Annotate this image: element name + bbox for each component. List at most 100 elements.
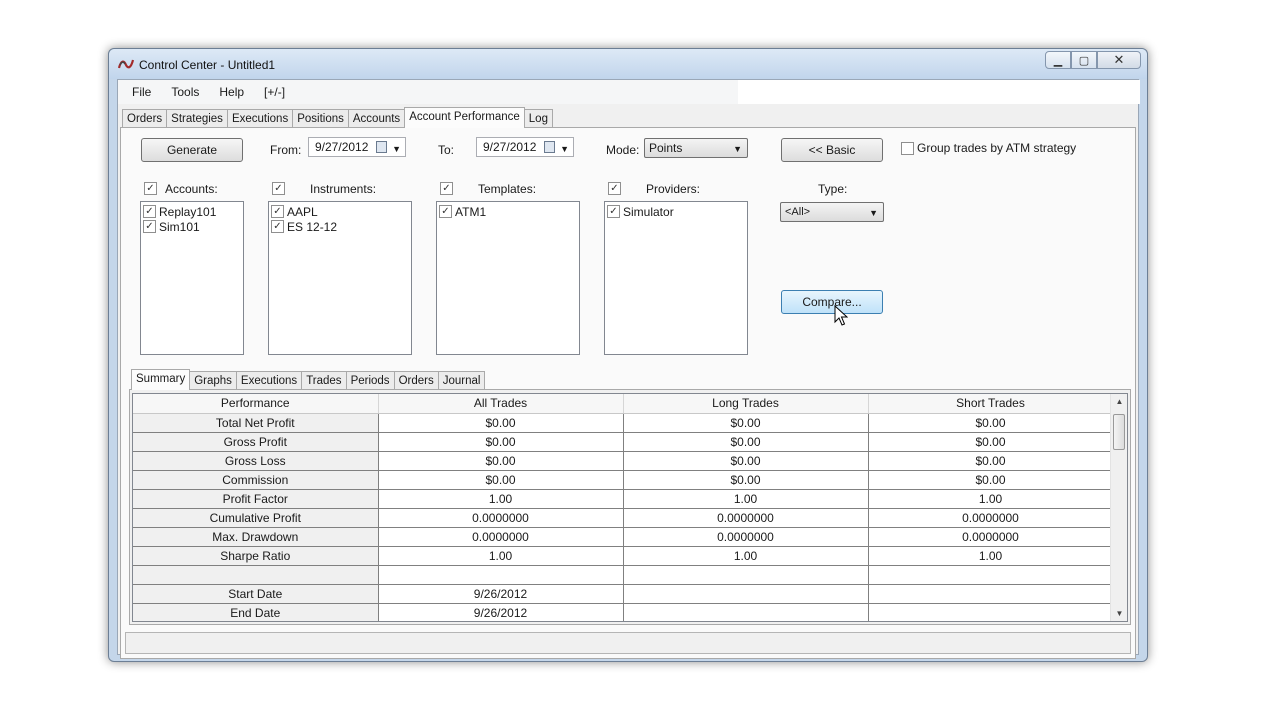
tab-graphs[interactable]: Graphs — [189, 371, 237, 390]
table-row[interactable]: Total Net Profit $0.00 $0.00 $0.00 — [133, 413, 1114, 433]
table-header-row: Performance All Trades Long Trades Short… — [133, 394, 1114, 414]
minimize-icon: ▁ — [1053, 54, 1063, 67]
list-item[interactable]: ✓ AAPL — [271, 204, 409, 219]
table-row[interactable]: End Date 9/26/2012 — [133, 603, 1114, 621]
tab-periods[interactable]: Periods — [345, 371, 395, 390]
row-label: Gross Profit — [133, 432, 379, 452]
tab-orders-sub[interactable]: Orders — [393, 371, 439, 390]
accounts-all-checkbox[interactable]: ✓ — [144, 182, 157, 195]
table-cell: $0.00 — [378, 413, 624, 433]
summary-grid[interactable]: Performance All Trades Long Trades Short… — [132, 393, 1128, 622]
list-item[interactable]: ✓ Simulator — [607, 204, 745, 219]
summary-table: Performance All Trades Long Trades Short… — [133, 394, 1114, 621]
table-cell: $0.00 — [378, 432, 624, 452]
maximize-button[interactable]: ▢ — [1071, 51, 1097, 69]
list-item-checkbox[interactable]: ✓ — [143, 205, 156, 218]
column-header[interactable]: Short Trades — [868, 394, 1114, 414]
minimize-button[interactable]: ▁ — [1045, 51, 1071, 69]
table-cell: $0.00 — [623, 432, 869, 452]
table-row[interactable]: Gross Profit $0.00 $0.00 $0.00 — [133, 432, 1114, 452]
list-item-checkbox[interactable]: ✓ — [143, 220, 156, 233]
table-row[interactable]: Commission $0.00 $0.00 $0.00 — [133, 470, 1114, 490]
from-date-picker[interactable]: 9/27/2012 ▼ — [308, 137, 406, 157]
tab-journal[interactable]: Journal — [437, 371, 486, 390]
menu-bar: File Tools Help [+/-] — [118, 80, 1140, 104]
row-label: Max. Drawdown — [133, 527, 379, 547]
templates-all-checkbox[interactable]: ✓ — [440, 182, 453, 195]
table-cell: 9/26/2012 — [378, 584, 624, 604]
grid-vertical-scrollbar[interactable]: ▲ ▼ — [1110, 394, 1127, 621]
table-cell: 0.0000000 — [868, 527, 1114, 547]
summary-panel: Performance All Trades Long Trades Short… — [129, 389, 1131, 625]
title-bar[interactable]: Control Center - Untitled1 ▁ ▢ ✕ — [109, 49, 1147, 79]
list-item-checkbox[interactable]: ✓ — [271, 205, 284, 218]
table-row[interactable]: Max. Drawdown 0.0000000 0.0000000 0.0000… — [133, 527, 1114, 547]
table-cell: 1.00 — [868, 546, 1114, 566]
ninjatrader-logo-icon — [118, 59, 134, 69]
type-label: Type: — [818, 182, 848, 196]
column-header[interactable]: Performance — [133, 394, 379, 414]
row-label: Start Date — [133, 584, 379, 604]
row-label: Total Net Profit — [133, 413, 379, 433]
menu-help[interactable]: Help — [209, 80, 254, 104]
scroll-down-icon[interactable]: ▼ — [1111, 609, 1127, 618]
list-item[interactable]: ✓ Replay101 — [143, 204, 241, 219]
tab-log[interactable]: Log — [523, 109, 553, 128]
list-item-checkbox[interactable]: ✓ — [271, 220, 284, 233]
mode-select[interactable]: Points ▼ — [644, 138, 748, 158]
table-cell — [868, 565, 1114, 585]
tab-accounts[interactable]: Accounts — [347, 109, 406, 128]
list-item-checkbox[interactable]: ✓ — [439, 205, 452, 218]
accounts-label: Accounts: — [165, 182, 218, 196]
table-row[interactable] — [133, 565, 1114, 585]
list-item[interactable]: ✓ Sim101 — [143, 219, 241, 234]
column-header[interactable]: All Trades — [378, 394, 624, 414]
row-label: Cumulative Profit — [133, 508, 379, 528]
menu-tools[interactable]: Tools — [161, 80, 209, 104]
templates-list[interactable]: ✓ ATM1 — [436, 201, 580, 355]
table-cell: 0.0000000 — [378, 508, 624, 528]
to-date-picker[interactable]: 9/27/2012 ▼ — [476, 137, 574, 157]
accounts-list[interactable]: ✓ Replay101 ✓ Sim101 — [140, 201, 244, 355]
scroll-up-icon[interactable]: ▲ — [1111, 397, 1127, 406]
list-item-checkbox[interactable]: ✓ — [607, 205, 620, 218]
calendar-icon — [544, 141, 555, 153]
generate-button[interactable]: Generate — [141, 138, 243, 162]
tab-account-performance[interactable]: Account Performance — [404, 107, 525, 128]
basic-button[interactable]: << Basic — [781, 138, 883, 162]
menu-expand-toggle[interactable]: [+/-] — [254, 80, 295, 104]
table-row[interactable]: Gross Loss $0.00 $0.00 $0.00 — [133, 451, 1114, 471]
group-trades-checkbox[interactable] — [901, 142, 914, 155]
list-item[interactable]: ✓ ATM1 — [439, 204, 577, 219]
table-cell: 1.00 — [623, 489, 869, 509]
scroll-thumb[interactable] — [1113, 414, 1125, 450]
tab-trades[interactable]: Trades — [301, 371, 347, 390]
tab-positions[interactable]: Positions — [292, 109, 349, 128]
table-cell: $0.00 — [378, 470, 624, 490]
row-label: End Date — [133, 603, 379, 621]
row-label: Sharpe Ratio — [133, 546, 379, 566]
type-select[interactable]: <All> ▼ — [780, 202, 884, 222]
column-header[interactable]: Long Trades — [623, 394, 869, 414]
table-row[interactable]: Start Date 9/26/2012 — [133, 584, 1114, 604]
providers-all-checkbox[interactable]: ✓ — [608, 182, 621, 195]
tab-orders[interactable]: Orders — [122, 109, 168, 128]
instruments-all-checkbox[interactable]: ✓ — [272, 182, 285, 195]
table-row[interactable]: Cumulative Profit 0.0000000 0.0000000 0.… — [133, 508, 1114, 528]
list-item[interactable]: ✓ ES 12-12 — [271, 219, 409, 234]
compare-button[interactable]: Compare... — [781, 290, 883, 314]
table-row[interactable]: Profit Factor 1.00 1.00 1.00 — [133, 489, 1114, 509]
tab-executions-sub[interactable]: Executions — [235, 371, 303, 390]
chevron-down-icon: ▼ — [560, 144, 569, 154]
table-cell: $0.00 — [868, 413, 1114, 433]
tab-executions[interactable]: Executions — [226, 109, 294, 128]
close-button[interactable]: ✕ — [1097, 51, 1141, 69]
table-row[interactable]: Sharpe Ratio 1.00 1.00 1.00 — [133, 546, 1114, 566]
tab-strategies[interactable]: Strategies — [166, 109, 228, 128]
providers-list[interactable]: ✓ Simulator — [604, 201, 748, 355]
tab-summary[interactable]: Summary — [131, 369, 191, 390]
instruments-list[interactable]: ✓ AAPL ✓ ES 12-12 — [268, 201, 412, 355]
table-cell: 1.00 — [868, 489, 1114, 509]
row-label — [133, 565, 379, 585]
menu-file[interactable]: File — [122, 80, 161, 104]
